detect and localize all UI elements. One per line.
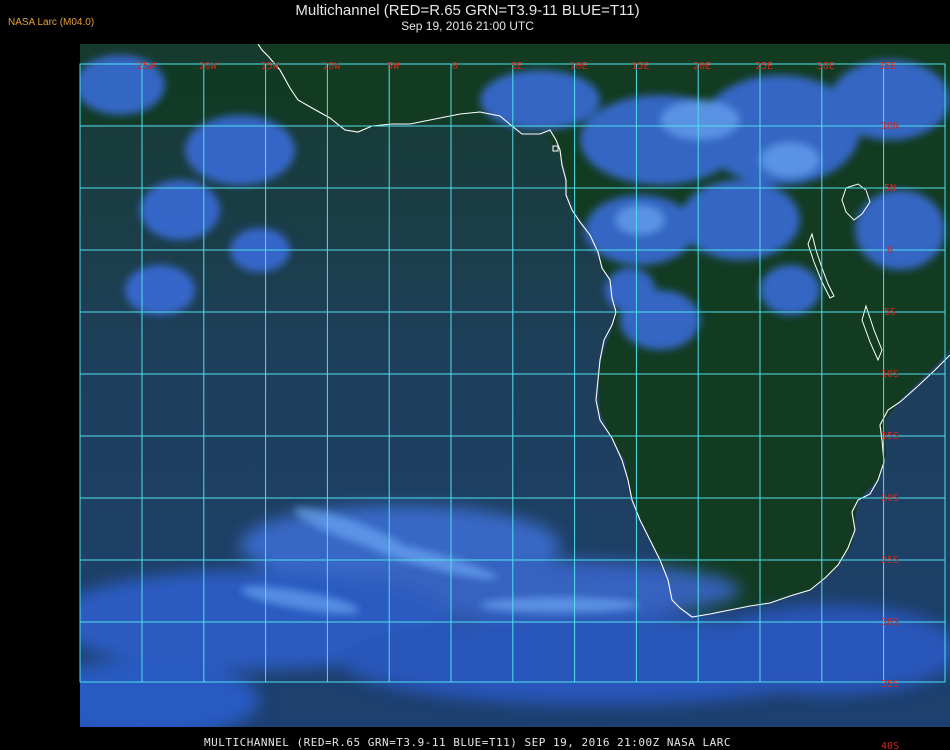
- longitude-label: 10W: [322, 61, 341, 72]
- latitude-label: 10S: [881, 369, 899, 380]
- latitude-label: 30S: [881, 617, 899, 628]
- latitude-label: 15S: [881, 431, 899, 442]
- longitude-label: 20W: [199, 61, 218, 72]
- latitude-label: 20S: [881, 493, 899, 504]
- longitude-label: 5E: [511, 61, 523, 72]
- latitude-label: 25S: [881, 555, 899, 566]
- longitude-label: 10E: [570, 61, 588, 72]
- latitude-label: 0: [887, 245, 893, 256]
- latitude-label: 5S: [884, 307, 896, 318]
- longitude-label: 30E: [817, 61, 835, 72]
- latitude-label: 5N: [884, 183, 896, 194]
- footer-caption: MULTICHANNEL (RED=R.65 GRN=T3.9-11 BLUE=…: [203, 736, 732, 749]
- longitude-label: 35E: [879, 61, 897, 72]
- satellite-map: 25W 20W 15W 10W 5W 0 5E 10E 15E 20E 25E 30E 35E 10N 5…: [79, 44, 950, 750]
- longitude-label: 0: [452, 61, 458, 72]
- latitude-label: 35S: [881, 679, 899, 690]
- longitude-label: 5W: [387, 61, 400, 72]
- longitude-label: 25W: [137, 61, 156, 72]
- latitude-label: 10N: [881, 121, 899, 132]
- longitude-label: 20E: [693, 61, 711, 72]
- longitude-label: 15W: [261, 61, 280, 72]
- longitude-label: 15E: [631, 61, 649, 72]
- longitude-label: 25E: [755, 61, 773, 72]
